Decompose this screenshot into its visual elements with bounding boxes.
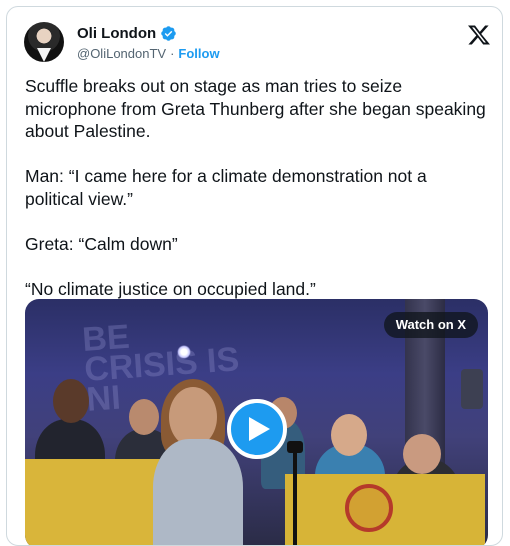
person-right-hat-head (403, 434, 441, 474)
tweet-header: Oli London @OliLondonTV · Follow (21, 19, 491, 65)
avatar[interactable] (24, 22, 64, 62)
person-photographer-head (129, 399, 159, 435)
speaker-body (153, 439, 243, 545)
stage-speaker (461, 369, 483, 409)
play-icon (249, 417, 270, 441)
tweet-embed-card: Oli London @OliLondonTV · Follow Scuffle… (6, 6, 503, 546)
play-button[interactable] (227, 399, 287, 459)
video-media[interactable]: BE CRISIS IS NI Watch on X (25, 299, 488, 545)
watch-on-x-button[interactable]: Watch on X (383, 312, 478, 338)
tweet-text: Scuffle breaks out on stage as man tries… (25, 76, 486, 299)
microphone-stand (293, 449, 297, 545)
person-right-blonde-head (331, 414, 367, 456)
follow-button[interactable]: Follow (178, 46, 219, 61)
person-left-head (53, 379, 89, 423)
speaker-head (169, 387, 217, 447)
banner-emblem (345, 484, 393, 532)
author-name-row: Oli London (77, 25, 177, 42)
author-name[interactable]: Oli London (77, 25, 156, 42)
handle-row: @OliLondonTV · Follow (77, 46, 220, 61)
x-logo-icon[interactable] (467, 23, 491, 47)
separator-dot: · (170, 46, 175, 61)
verified-badge-icon (161, 26, 176, 41)
stage-light (177, 345, 191, 359)
author-handle[interactable]: @OliLondonTV (77, 46, 166, 61)
